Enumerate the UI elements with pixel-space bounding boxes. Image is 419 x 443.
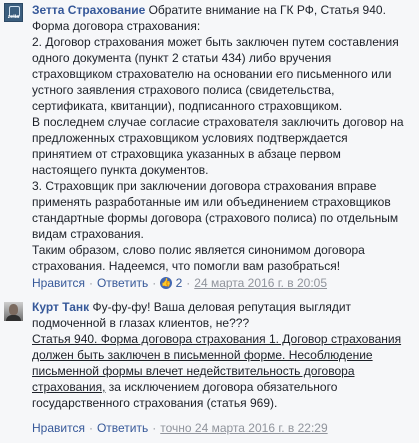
comment-line: настоящего пункта документов. (32, 163, 209, 177)
comment-line: страховщиком страхователю на основании е… (32, 67, 392, 81)
like-button[interactable]: Нравится (32, 421, 85, 435)
comment-body: Курт Танк Фу-фу-фу! Ваша деловая репутац… (32, 299, 413, 411)
comment-quote-link[interactable]: должен быть заключен в письменной форме.… (32, 347, 413, 363)
comment-line: Форма договора страхования: (32, 19, 201, 33)
comment-line: В последнем случае согласие страхователя… (32, 115, 404, 129)
comment-author[interactable]: Курт Танк (32, 300, 89, 314)
comment-line: применять разработанные им или объединен… (32, 195, 391, 209)
reply-button[interactable]: Ответить (97, 421, 148, 435)
comment-line: подмоченной в глазах клиентов, не??? (32, 316, 250, 330)
comment-timestamp[interactable]: точно 24 марта 2016 г. в 22:29 (160, 421, 327, 435)
comment-text: Фу-фу-фу! Ваша деловая репутация выгляди… (89, 300, 352, 314)
comment-line: страхования, за исключением договора обя… (32, 379, 413, 395)
comment-line: 2. Договор страхования может быть заключ… (32, 35, 399, 49)
separator: · (152, 421, 157, 435)
comment-zetta: zetta Зетта Страхование Обратите внимани… (0, 0, 419, 296)
like-button[interactable]: Нравится (32, 276, 85, 290)
comment-line: Таким образом, слово полис является сино… (32, 243, 365, 257)
separator: · (88, 421, 93, 435)
separator: · (88, 276, 93, 290)
comment-line: устного заявления страхового полиса (сви… (32, 83, 335, 97)
comment-kurt: Курт Танк Фу-фу-фу! Ваша деловая репутац… (0, 298, 419, 443)
person-face-icon (9, 304, 18, 315)
comment-line: страхования. Надеемся, что помогли вам р… (32, 259, 341, 273)
person-suit-icon (6, 315, 21, 321)
zetta-avatar[interactable]: zetta (4, 3, 23, 22)
reply-button[interactable]: Ответить (97, 276, 148, 290)
comment-text: Обратите внимание на ГК РФ, Статья 940. (145, 3, 386, 17)
separator: · (186, 276, 191, 290)
comment-quote-link[interactable]: Статья 940. Форма договора страхования 1… (32, 331, 413, 347)
comment-meta: Нравится·Ответить· 2·24 марта 2016 г. в … (32, 275, 327, 291)
comment-line: стандартные формы договора (страхового п… (32, 211, 399, 225)
comment-text: за исключением договора обязательного (105, 380, 338, 394)
comment-line: принятием от страховщика указанных в абз… (32, 147, 341, 161)
comment-line: 3. Страховщик при заключении договора ст… (32, 179, 377, 193)
separator: · (152, 276, 157, 290)
kurt-avatar[interactable] (4, 302, 23, 321)
comment-line: сертификата, квитанции), подписанного ст… (32, 99, 343, 113)
comment-first-line: Зетта Страхование Обратите внимание на Г… (32, 2, 413, 18)
like-count[interactable]: 2 (176, 276, 183, 290)
zetta-logo-text: zetta (7, 14, 20, 20)
comment-body: Зетта Страхование Обратите внимание на Г… (32, 2, 413, 274)
comment-quote-link[interactable]: страхования, (32, 380, 105, 394)
comment-author[interactable]: Зетта Страхование (32, 3, 145, 17)
comment-line: видам страхования. (32, 227, 144, 241)
comment-line: одного документа (пункт 2 статьи 434) ли… (32, 51, 332, 65)
comment-timestamp[interactable]: 24 марта 2016 г. в 20:05 (194, 276, 327, 290)
comment-line: предложенных страховщиком условиях подтв… (32, 131, 348, 145)
comment-line: государственного страхования (статья 969… (32, 396, 278, 410)
like-count-icon[interactable] (160, 275, 173, 291)
comment-first-line: Курт Танк Фу-фу-фу! Ваша деловая репутац… (32, 299, 413, 315)
comment-quote-link[interactable]: письменной формы влечет недействительнос… (32, 363, 413, 379)
comment-meta: Нравится · Ответить · точно 24 марта 2016 г.… (32, 420, 328, 436)
